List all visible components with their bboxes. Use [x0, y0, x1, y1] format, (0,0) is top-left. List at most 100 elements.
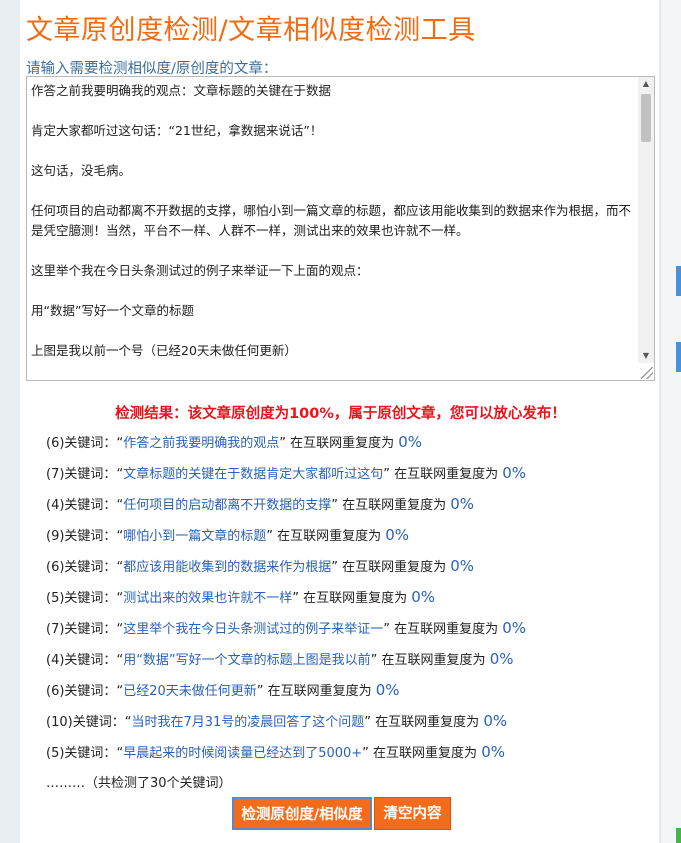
quote-close: ” [292, 591, 304, 606]
quote-close: ” [370, 653, 382, 668]
keyword-prefix: 关键词： [64, 467, 117, 482]
keyword-prefix: 关键词： [64, 529, 117, 544]
keyword-phrase: 已经20天未做任何更新 [123, 684, 257, 699]
keyword-prefix: 关键词： [64, 653, 117, 668]
keyword-row: (4)关键词：“任何项目的启动都离不开数据的支撑” 在互联网重复度为 0% [46, 494, 526, 525]
keyword-phrase: 哪怕小到一篇文章的标题 [123, 529, 267, 544]
keyword-count: (4) [46, 653, 65, 668]
keyword-phrase: 文章标题的关键在于数据肯定大家都听过这句 [123, 467, 384, 482]
quote-close: ” [364, 715, 376, 730]
resize-grip-icon[interactable] [641, 367, 653, 379]
quote-close: ” [362, 746, 374, 761]
keyword-count: (5) [46, 591, 65, 606]
article-paragraph: 这句话，没毛病。 [31, 163, 132, 178]
keyword-prefix: 关键词： [64, 746, 117, 761]
quote-close: ” [383, 622, 395, 637]
quote-close: ” [331, 498, 343, 513]
keyword-count: (7) [46, 467, 65, 482]
repeat-label: 在互联网重复度为 [381, 653, 486, 668]
repeat-percentage: 0% [483, 712, 508, 730]
keyword-count: (4) [46, 498, 65, 513]
textarea-scrollbar[interactable]: ▲ ▼ [638, 77, 654, 363]
repeat-label: 在互联网重复度为 [394, 622, 499, 637]
keyword-count: (5) [46, 746, 65, 761]
repeat-label: 在互联网重复度为 [373, 746, 478, 761]
repeat-label: 在互联网重复度为 [290, 436, 395, 451]
keyword-prefix: 关键词： [72, 715, 125, 730]
repeat-percentage: 0% [502, 619, 527, 637]
scroll-up-arrow-icon[interactable]: ▲ [638, 77, 654, 91]
keyword-prefix: 关键词： [64, 684, 117, 699]
keyword-count: (6) [46, 684, 65, 699]
scroll-down-arrow-icon[interactable]: ▼ [638, 349, 654, 363]
keyword-row: (6)关键词：“作答之前我要明确我的观点” 在互联网重复度为 0% [46, 432, 526, 463]
keyword-phrase: 当时我在7月31号的凌晨回答了这个问题 [131, 715, 365, 730]
keyword-summary: ………（共检测了30个关键词） [46, 776, 232, 791]
article-text[interactable]: 作答之前我要明确我的观点：文章标题的关键在于数据 肯定大家都听过这句话：“21世纪… [31, 81, 637, 380]
keyword-prefix: 关键词： [64, 436, 117, 451]
keyword-row: (4)关键词：“用“数据”写好一个文章的标题上图是我以前” 在互联网重复度为 0… [46, 649, 526, 680]
keyword-phrase: 测试出来的效果也许就不一样 [123, 591, 293, 606]
keyword-prefix: 关键词： [64, 560, 117, 575]
keyword-prefix: 关键词： [64, 591, 117, 606]
keyword-row: (5)关键词：“测试出来的效果也许就不一样” 在互联网重复度为 0% [46, 587, 526, 618]
keyword-row: (7)关键词：“文章标题的关键在于数据肯定大家都听过这句” 在互联网重复度为 0… [46, 463, 526, 494]
quote-close: ” [256, 684, 268, 699]
keyword-prefix: 关键词： [64, 498, 117, 513]
keyword-row: (6)关键词：“已经20天未做任何更新” 在互联网重复度为 0% [46, 680, 526, 711]
repeat-label: 在互联网重复度为 [342, 560, 447, 575]
keyword-phrase: 都应该用能收集到的数据来作为根据 [123, 560, 332, 575]
repeat-percentage: 0% [489, 650, 514, 668]
quote-close: ” [266, 529, 278, 544]
article-paragraph: 上图是我以前一个号（已经20天未做任何更新） [31, 343, 297, 358]
repeat-percentage: 0% [385, 526, 410, 544]
repeat-label: 在互联网重复度为 [342, 498, 447, 513]
keyword-phrase: 作答之前我要明确我的观点 [123, 436, 280, 451]
keyword-phrase: 用“数据”写好一个文章的标题上图是我以前 [123, 653, 371, 668]
keyword-result-list: (6)关键词：“作答之前我要明确我的观点” 在互联网重复度为 0% (7)关键词：… [46, 432, 526, 773]
article-input-label: 请输入需要检测相似度/原创度的文章： [26, 61, 278, 77]
keyword-count: (7) [46, 622, 65, 637]
repeat-percentage: 0% [502, 464, 527, 482]
result-headline: 检测结果：该文章原创度为100%，属于原创文章，您可以放心发布！ [115, 406, 566, 422]
keyword-count: (9) [46, 529, 65, 544]
keyword-phrase: 早晨起来的时候阅读量已经达到了5000+ [123, 746, 363, 761]
quote-close: ” [383, 467, 395, 482]
repeat-label: 在互联网重复度为 [394, 467, 499, 482]
article-paragraph: 肯定大家都听过这句话：“21世纪，拿数据来说话”！ [31, 123, 323, 138]
scrollbar-thumb[interactable] [641, 94, 651, 142]
repeat-percentage: 0% [450, 557, 475, 575]
repeat-label: 在互联网重复度为 [267, 684, 372, 699]
keyword-row: (10)关键词：“当时我在7月31号的凌晨回答了这个问题” 在互联网重复度为 0… [46, 711, 526, 742]
keyword-row: (5)关键词：“早晨起来的时候阅读量已经达到了5000+” 在互联网重复度为 0… [46, 742, 526, 773]
article-paragraph: 这里举个我在今日头条测试过的例子来举证一下上面的观点： [31, 263, 369, 278]
check-originality-button[interactable]: 检测原创度/相似度 [232, 797, 372, 830]
quote-close: ” [279, 436, 291, 451]
article-paragraph: 任何项目的启动都离不开数据的支撑，哪怕小到一篇文章的标题，都应该用能收集到的数据… [31, 203, 632, 238]
repeat-percentage: 0% [481, 743, 505, 761]
keyword-count: (6) [46, 436, 65, 451]
keyword-row: (6)关键词：“都应该用能收集到的数据来作为根据” 在互联网重复度为 0% [46, 556, 526, 587]
page-title: 文章原创度检测/文章相似度检测工具 [26, 15, 476, 46]
repeat-percentage: 0% [450, 495, 475, 513]
keyword-phrase: 这里举个我在今日头条测试过的例子来举证一 [123, 622, 384, 637]
repeat-label: 在互联网重复度为 [277, 529, 382, 544]
keyword-count: (10) [46, 715, 73, 730]
article-paragraph: 用“数据”写好一个文章的标题 [31, 303, 194, 318]
keyword-row: (7)关键词：“这里举个我在今日头条测试过的例子来举证一” 在互联网重复度为 0… [46, 618, 526, 649]
repeat-percentage: 0% [375, 681, 400, 699]
keyword-prefix: 关键词： [64, 622, 117, 637]
article-textarea[interactable]: 作答之前我要明确我的观点：文章标题的关键在于数据 肯定大家都听过这句话：“21世纪… [26, 76, 655, 381]
keyword-row: (9)关键词：“哪怕小到一篇文章的标题” 在互联网重复度为 0% [46, 525, 526, 556]
edge-tab-marker [676, 342, 681, 372]
clear-content-button[interactable]: 清空内容 [374, 797, 451, 830]
keyword-phrase: 任何项目的启动都离不开数据的支撑 [123, 498, 332, 513]
edge-tab-marker [676, 828, 681, 843]
repeat-label: 在互联网重复度为 [375, 715, 480, 730]
quote-close: ” [331, 560, 343, 575]
repeat-percentage: 0% [398, 433, 423, 451]
repeat-percentage: 0% [411, 588, 436, 606]
edge-tab-marker [676, 266, 681, 296]
repeat-label: 在互联网重复度为 [303, 591, 408, 606]
keyword-count: (6) [46, 560, 65, 575]
